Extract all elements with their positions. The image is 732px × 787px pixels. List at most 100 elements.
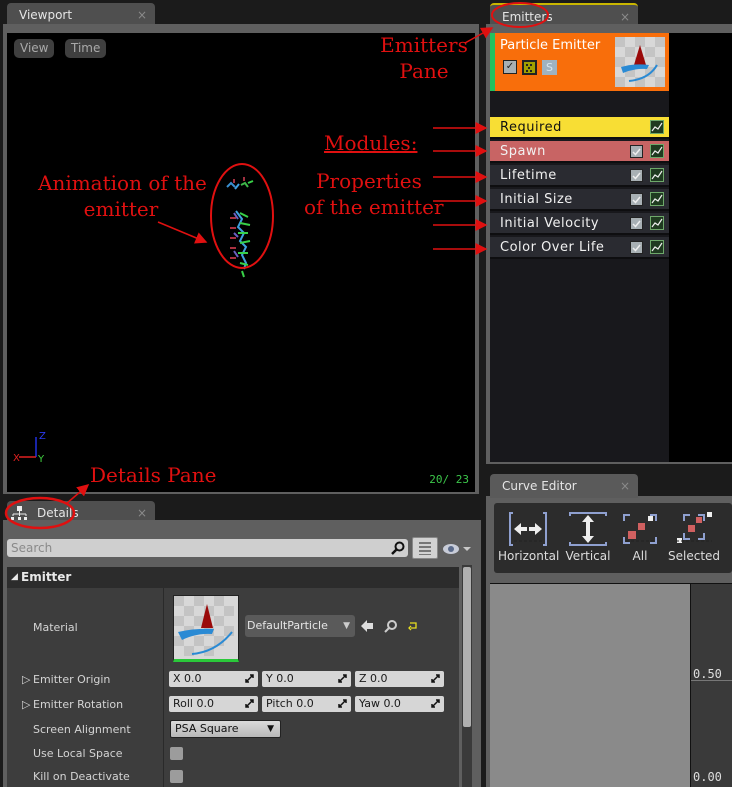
- curve-graph-icon[interactable]: [650, 240, 664, 254]
- rotation-roll-field[interactable]: Roll 0.0: [169, 696, 258, 712]
- module-enable-checkbox[interactable]: [630, 169, 643, 182]
- rotation-roll-value: Roll 0.0: [173, 697, 214, 710]
- tab-viewport-label: Viewport: [19, 8, 73, 22]
- emitter-render-mode-icon[interactable]: [522, 60, 537, 75]
- section-title: Emitter: [21, 570, 72, 584]
- viewport-canvas[interactable]: View Time Z X Y 20/ 23: [7, 33, 475, 492]
- material-thumbnail[interactable]: [173, 595, 239, 662]
- rotation-pitch-field[interactable]: Pitch 0.0: [262, 696, 351, 712]
- curve-graph-icon[interactable]: [650, 144, 664, 158]
- curve-graph-icon[interactable]: [650, 120, 664, 134]
- column-divider: [163, 588, 164, 787]
- details-scrollbar-thumb[interactable]: [463, 567, 471, 727]
- reset-to-default-icon[interactable]: [408, 621, 418, 631]
- material-label: Material: [33, 621, 78, 634]
- kill-on-deactivate-checkbox[interactable]: [170, 770, 183, 783]
- module-enable-checkbox[interactable]: [630, 241, 643, 254]
- close-icon[interactable]: ×: [620, 474, 630, 498]
- use-local-space-label: Use Local Space: [33, 747, 123, 760]
- origin-x-value: X 0.0: [173, 672, 202, 685]
- spin-arrows-icon[interactable]: [245, 699, 254, 708]
- kill-on-deactivate-label: Kill on Deactivate: [33, 770, 130, 783]
- time-button[interactable]: Time: [65, 39, 107, 58]
- module-row[interactable]: Lifetime: [490, 165, 669, 187]
- module-label: Color Over Life: [500, 240, 605, 255]
- origin-x-field[interactable]: X 0.0: [169, 671, 258, 687]
- emitters-empty-area[interactable]: [669, 33, 732, 462]
- annotation-emitters-pane: Emitters Pane: [378, 32, 470, 84]
- material-value: DefaultParticle: [247, 619, 328, 632]
- curve-graph-icon[interactable]: [650, 192, 664, 206]
- module-row[interactable]: Required: [490, 117, 669, 139]
- expand-triangle-icon[interactable]: ▷: [22, 698, 30, 711]
- origin-z-field[interactable]: Z 0.0: [355, 671, 444, 687]
- tab-curve-editor[interactable]: Curve Editor ×: [490, 474, 638, 498]
- module-enable-checkbox[interactable]: [630, 217, 643, 230]
- tab-details-label: Details: [37, 506, 79, 520]
- spin-arrows-icon[interactable]: [431, 699, 440, 708]
- visibility-options-button[interactable]: [442, 541, 472, 555]
- chevron-down-icon: ▼: [343, 621, 350, 631]
- tab-emitters-label: Emitters: [502, 10, 553, 24]
- fit-all-icon: [623, 514, 657, 544]
- annotation-line: Properties: [316, 169, 422, 193]
- annotation-line: Emitters: [380, 33, 468, 57]
- curve-editor-graph[interactable]: 0.50 0.00: [690, 583, 732, 787]
- fit-vertical-icon: [569, 512, 607, 546]
- grid-icon: [419, 542, 431, 555]
- annotation-details-pane: Details Pane: [90, 463, 217, 487]
- module-row[interactable]: Spawn: [490, 141, 669, 163]
- screen-alignment-dropdown[interactable]: PSA Square ▼: [170, 720, 281, 738]
- module-label: Required: [500, 120, 562, 135]
- expand-triangle-icon[interactable]: ▷: [22, 673, 30, 686]
- curve-axis-label: 0.00: [693, 770, 722, 784]
- axis-z-label: Z: [39, 431, 46, 442]
- rotation-yaw-field[interactable]: Yaw 0.0: [355, 696, 444, 712]
- annotation-line: of the emitter: [304, 195, 444, 219]
- use-local-space-checkbox[interactable]: [170, 747, 183, 760]
- material-dropdown[interactable]: DefaultParticle ▼: [245, 615, 355, 637]
- emitter-section-header[interactable]: ◢ Emitter: [7, 567, 459, 588]
- fit-horizontal-icon: [509, 512, 547, 546]
- emitter-rotation-label: Emitter Rotation: [33, 698, 124, 711]
- origin-y-value: Y 0.0: [266, 672, 294, 685]
- details-scrollbar-track[interactable]: [462, 565, 472, 787]
- property-matrix-button[interactable]: [412, 537, 438, 559]
- details-search-input[interactable]: Search: [7, 539, 408, 557]
- curve-editor-track-area[interactable]: [490, 583, 690, 787]
- browse-asset-search-icon[interactable]: [384, 619, 398, 633]
- module-row[interactable]: Initial Velocity: [490, 213, 669, 235]
- emitter-selected-bar: [490, 33, 495, 91]
- origin-y-field[interactable]: Y 0.0: [262, 671, 351, 687]
- module-row[interactable]: Initial Size: [490, 189, 669, 211]
- module-label: Spawn: [500, 144, 546, 159]
- axis-y-label: Y: [37, 454, 45, 465]
- annotation-line: Animation of the: [38, 171, 207, 195]
- spin-arrows-icon[interactable]: [245, 674, 254, 683]
- emitter-origin-label: Emitter Origin: [33, 673, 111, 686]
- emitter-solo-button[interactable]: S: [542, 60, 557, 75]
- tab-curve-editor-label: Curve Editor: [502, 479, 577, 493]
- particle-emitter-card[interactable]: Particle Emitter ✓ S 23: [490, 33, 669, 91]
- emitter-enable-checkbox[interactable]: ✓: [503, 60, 517, 74]
- emitter-name: Particle Emitter: [500, 38, 601, 53]
- fit-all-button[interactable]: All: [618, 511, 662, 563]
- module-row[interactable]: Color Over Life: [490, 237, 669, 259]
- module-label: Initial Size: [500, 192, 573, 207]
- curve-editor-toolbar: Horizontal Vertical All Selected: [494, 503, 732, 573]
- use-selected-asset-arrow-icon[interactable]: [360, 619, 374, 633]
- fit-vertical-button[interactable]: Vertical: [564, 511, 612, 563]
- spin-arrows-icon[interactable]: [338, 674, 347, 683]
- module-enable-checkbox[interactable]: [630, 193, 643, 206]
- fit-selected-button[interactable]: Selected: [668, 511, 720, 563]
- curve-graph-icon[interactable]: [650, 216, 664, 230]
- search-icon[interactable]: [391, 541, 405, 555]
- screen-alignment-value: PSA Square: [175, 722, 239, 735]
- fit-horizontal-button[interactable]: Horizontal: [498, 511, 559, 563]
- spin-arrows-icon[interactable]: [431, 674, 440, 683]
- origin-z-value: Z 0.0: [359, 672, 388, 685]
- view-button[interactable]: View: [14, 39, 55, 58]
- module-enable-checkbox[interactable]: [630, 145, 643, 158]
- curve-graph-icon[interactable]: [650, 168, 664, 182]
- spin-arrows-icon[interactable]: [338, 699, 347, 708]
